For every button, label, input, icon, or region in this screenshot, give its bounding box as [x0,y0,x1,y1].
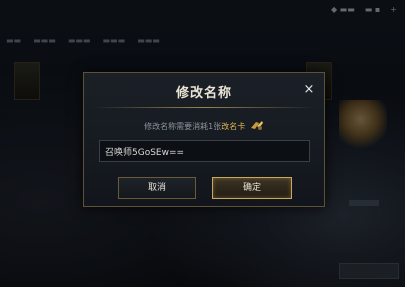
confirm-button[interactable]: 确定 [212,177,292,199]
close-icon[interactable]: × [302,83,316,97]
cancel-button[interactable]: 取消 [118,177,196,199]
rename-card-label: 改名卡 [221,122,246,131]
rename-card-icon [250,120,264,133]
title-divider [92,107,316,108]
rename-dialog: 修改名称 × 修改名称需要消耗1张改名卡 取消 确定 [83,72,325,207]
notice-text: 修改名称需要消耗1张 [144,122,222,131]
dialog-title: 修改名称 [175,86,232,101]
name-input[interactable] [99,140,310,162]
rename-notice: 修改名称需要消耗1张改名卡 [84,120,324,133]
